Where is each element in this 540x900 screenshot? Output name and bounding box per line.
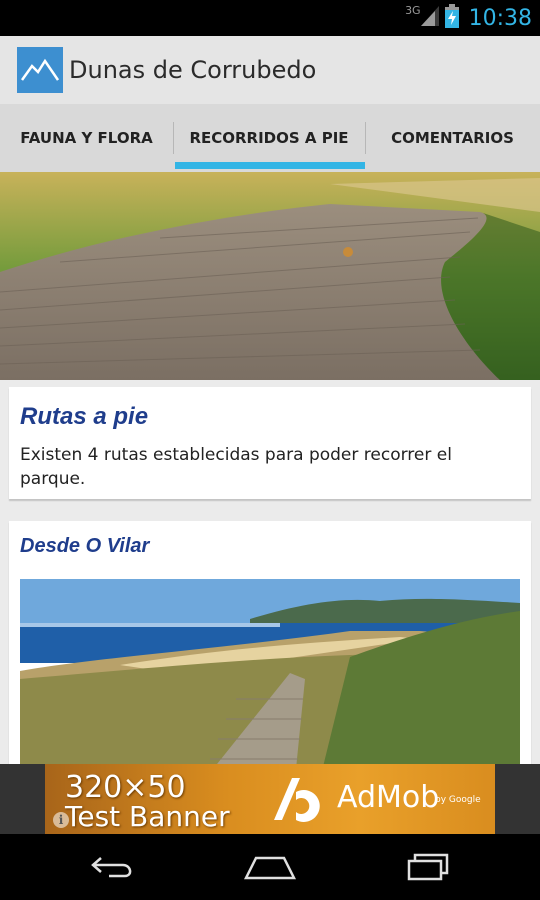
navigation-bar (0, 834, 540, 900)
ad-info-icon[interactable]: i (53, 812, 69, 828)
tab-comentarios[interactable]: COMENTARIOS (365, 104, 540, 172)
battery-icon (444, 3, 459, 33)
back-icon[interactable] (82, 848, 142, 886)
tab-fauna-y-flora[interactable]: FAUNA Y FLORA (0, 104, 173, 172)
intro-card: Rutas a pie Existen 4 rutas establecidas… (9, 387, 531, 499)
status-icons: 3G 10:38 (405, 3, 532, 33)
action-bar: Dunas de Corrubedo (0, 36, 540, 104)
tab-label: RECORRIDOS A PIE (189, 129, 349, 147)
network-type-label: 3G (405, 3, 421, 17)
tab-label: COMENTARIOS (391, 129, 514, 147)
admob-logo-icon (274, 778, 320, 822)
tab-divider (365, 122, 366, 154)
boardwalk-hero-image (0, 172, 540, 380)
ad-strip: 320×50 Test Banner AdMob by Google i (0, 764, 540, 834)
card-description: Existen 4 rutas establecidas para poder … (20, 445, 452, 489)
mountain-icon[interactable] (17, 47, 63, 93)
ad-by-google: by Google (435, 795, 481, 805)
clock: 10:38 (468, 5, 532, 31)
selected-tab-indicator (175, 162, 365, 169)
tab-divider (173, 122, 174, 154)
ad-banner-label: Test Banner (65, 800, 230, 833)
ad-brand: AdMob (337, 780, 440, 815)
recent-apps-icon[interactable] (398, 848, 458, 886)
route-photo (20, 579, 520, 764)
home-icon[interactable] (240, 848, 300, 886)
tab-label: FAUNA Y FLORA (20, 129, 153, 147)
scroll-content[interactable]: Rutas a pie Existen 4 rutas establecidas… (0, 172, 540, 764)
route-title: Desde O Vilar (20, 535, 150, 557)
app-title: Dunas de Corrubedo (69, 56, 317, 84)
status-bar: 3G 10:38 (0, 0, 540, 36)
route-card[interactable]: Desde O Vilar (9, 521, 531, 764)
signal-icon (420, 5, 439, 31)
card-title: Rutas a pie (20, 403, 149, 430)
ad-banner[interactable]: 320×50 Test Banner AdMob by Google i (45, 764, 495, 834)
